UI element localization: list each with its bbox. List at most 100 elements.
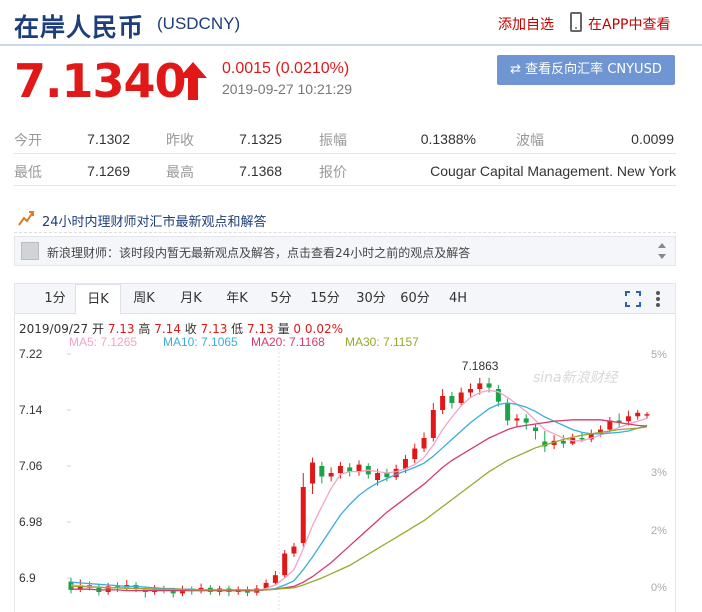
phone-icon	[570, 12, 582, 32]
candle-body	[328, 473, 334, 477]
ma10-line	[70, 402, 648, 592]
stat-label-prev-close: 昨收	[166, 133, 194, 149]
candle-body	[337, 466, 343, 473]
tab-60min[interactable]: 60分	[393, 284, 437, 314]
reverse-rate-button[interactable]: ⇄ 查看反向汇率 CNYUSD	[497, 55, 675, 85]
tab-monthly-k[interactable]: 月K	[169, 284, 213, 314]
candle-body	[319, 466, 325, 477]
stat-label-range: 波幅	[516, 133, 544, 149]
y-tick-label: 7.22	[19, 348, 43, 361]
page-title: 在岸人民币	[14, 13, 145, 42]
y-tick-label: 7.06	[19, 459, 43, 473]
up-arrow-icon	[179, 62, 207, 100]
candle-body	[560, 440, 566, 444]
candle-body	[310, 462, 316, 484]
stat-value-prev-close: 7.1325	[239, 131, 282, 147]
candle-body	[272, 575, 278, 583]
candle-body	[356, 464, 362, 472]
pct-tick-label: 5%	[651, 349, 667, 361]
tab-yearly-k[interactable]: 年K	[215, 284, 259, 314]
candle-body	[393, 468, 399, 478]
stat-label-high: 最高	[166, 165, 194, 181]
stats-row: 今开 7.1302 昨收 7.1325 振幅 0.1388% 波幅 0.0099	[14, 126, 676, 154]
y-tick-label: 6.98	[19, 515, 43, 529]
more-options-icon[interactable]	[655, 289, 661, 309]
ohlc-open: 7.13	[107, 322, 135, 336]
candle-body	[421, 438, 427, 449]
candle-body	[477, 383, 483, 389]
candle-body	[440, 396, 446, 410]
expert-message[interactable]: 新浪理财师：该时段内暂无最新观点及解答，点击查看24小时之前的观点及解答	[14, 236, 676, 266]
ma20-line	[71, 419, 648, 592]
ohlc-date: 2019/09/27	[19, 322, 89, 336]
ohlc-close-label: 收	[184, 322, 197, 336]
ohlc-open-label: 开	[92, 322, 105, 336]
page-header: 在岸人民币 (USDCNY) 添加自选 在APP中查看	[0, 0, 702, 46]
high-annotation: 7.1863	[462, 359, 499, 373]
scroll-arrows-icon[interactable]	[657, 241, 667, 261]
ohlc-high: 7.14	[154, 322, 181, 336]
candle-body	[300, 487, 306, 543]
pct-tick-label: 3%	[651, 467, 667, 479]
expert-section-title[interactable]: 24小时内理财师对汇市最新观点和解答	[42, 211, 267, 230]
candle-body	[458, 392, 464, 403]
ohlc-low: 7.13	[247, 322, 274, 336]
candle-body	[523, 418, 529, 423]
price-change: 0.0015 (0.0210%)	[222, 60, 350, 77]
stat-value-range: 0.0099	[631, 131, 674, 147]
tab-4h[interactable]: 4H	[439, 284, 477, 314]
candle-body	[579, 438, 585, 440]
candle-body	[449, 396, 455, 403]
stat-value-amplitude: 0.1388%	[420, 131, 476, 147]
candle-body	[625, 416, 631, 422]
ohlc-close: 7.13	[200, 322, 228, 336]
expert-section-header: 24小时内理财师对汇市最新观点和解答	[14, 205, 676, 233]
trend-icon	[18, 211, 34, 226]
watermark: sina新浪财经	[533, 370, 620, 386]
candle-body	[467, 389, 473, 393]
candle-body	[505, 403, 511, 421]
ohlc-pct: 0.02%	[304, 322, 343, 336]
expert-message-text[interactable]: 新浪理财师：该时段内暂无最新观点及解答，点击查看24小时之前的观点及解答	[47, 244, 470, 261]
ma20-label: MA20: 7.1168	[251, 335, 325, 349]
stats-row: 最低 7.1269 最高 7.1368 报价 Cougar Capital Ma…	[14, 158, 676, 186]
stat-value-high: 7.1368	[239, 163, 282, 179]
kline-chart[interactable]: 7.22 7.14 7.06 6.98 6.9 5% 3% 2% 0% sina新浪财经 7.186…	[15, 348, 675, 612]
stat-value-low: 7.1269	[87, 163, 130, 179]
period-tabs: 1分 日K 周K 月K 年K 5分 15分 30分 60分 4H	[15, 284, 675, 315]
tab-30min[interactable]: 30分	[349, 284, 393, 314]
open-in-app-link[interactable]: 在APP中查看	[588, 14, 670, 34]
avatar	[21, 242, 39, 260]
stat-label-amplitude: 振幅	[319, 133, 347, 149]
fullscreen-icon[interactable]	[625, 291, 641, 307]
candle-body	[486, 383, 492, 388]
ma10-label: MA10: 7.1065	[163, 335, 238, 349]
candle-body	[282, 553, 288, 576]
kline-chart-panel: 1分 日K 周K 月K 年K 5分 15分 30分 60分 4H 2019/09…	[14, 283, 676, 612]
stat-label-low: 最低	[14, 165, 42, 181]
candle-body	[635, 412, 641, 417]
ohlc-low-label: 低	[231, 322, 244, 336]
candle-body	[430, 410, 436, 438]
ohlc-high-label: 高	[138, 322, 151, 336]
tab-5min[interactable]: 5分	[261, 284, 301, 314]
current-price: 7.1340	[14, 54, 187, 108]
candle-body	[514, 418, 520, 421]
candle-body	[412, 448, 418, 459]
tab-15min[interactable]: 15分	[303, 284, 347, 314]
candle-body	[291, 546, 297, 554]
quote-time: 2019-09-27 10:21:29	[222, 81, 352, 97]
pct-tick-label: 0%	[651, 582, 667, 594]
ma30-line	[71, 426, 648, 591]
add-watchlist-button[interactable]: 添加自选	[498, 14, 554, 34]
y-tick-label: 7.14	[19, 403, 43, 417]
candle-body	[644, 414, 650, 416]
ohlc-vol-label: 量	[277, 322, 290, 336]
ma30-label: MA30: 7.1157	[345, 335, 419, 349]
tab-daily-k[interactable]: 日K	[75, 284, 121, 315]
ma5-label: MA5: 7.1265	[69, 335, 138, 349]
ohlc-vol: 0	[293, 322, 302, 336]
stat-value-open: 7.1302	[87, 131, 130, 147]
tab-weekly-k[interactable]: 周K	[123, 284, 165, 314]
tab-1min[interactable]: 1分	[37, 284, 73, 314]
